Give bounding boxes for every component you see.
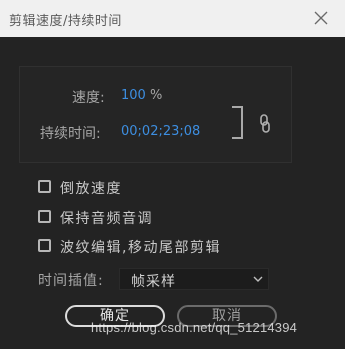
maintain-audio-pitch-checkbox[interactable]: 保持音频音调	[38, 208, 168, 227]
duration-value[interactable]: 00;02;23;08	[121, 124, 200, 139]
ripple-edit-checkbox[interactable]: 波纹编辑,移动尾部剪辑	[38, 237, 253, 256]
maintain-audio-pitch-label: 保持音频音调	[60, 211, 153, 227]
link-icon[interactable]	[258, 114, 272, 134]
window-title: 剪辑速度/持续时间	[9, 14, 122, 29]
close-icon[interactable]	[311, 8, 331, 28]
duration-label: 持续时间:	[40, 126, 101, 142]
ripple-edit-label: 波纹编辑,移动尾部剪辑	[60, 240, 221, 256]
reverse-speed-checkbox[interactable]: 倒放速度	[38, 178, 138, 197]
dialog-body: 速度: 100 % 持续时间: 00;02;23;08 倒放速度 保持音频音调 …	[0, 37, 345, 349]
title-bar: 剪辑速度/持续时间	[0, 0, 345, 37]
speed-label: 速度:	[72, 90, 105, 106]
checkbox-box[interactable]	[38, 210, 51, 223]
reverse-speed-label: 倒放速度	[60, 181, 122, 197]
chevron-down-icon	[253, 276, 263, 282]
time-interpolation-select[interactable]: 帧采样	[119, 268, 269, 290]
checkbox-box[interactable]	[38, 239, 51, 252]
time-interpolation-label: 时间插值:	[38, 273, 104, 289]
checkbox-box[interactable]	[38, 180, 51, 193]
speed-unit: %	[150, 88, 163, 103]
link-bracket	[232, 106, 243, 139]
speed-value[interactable]: 100	[121, 88, 146, 103]
watermark-text: https://blog.csdn.net/qq_51214394	[91, 320, 298, 335]
speed-duration-group	[19, 66, 292, 163]
time-interpolation-value: 帧采样	[131, 274, 176, 290]
